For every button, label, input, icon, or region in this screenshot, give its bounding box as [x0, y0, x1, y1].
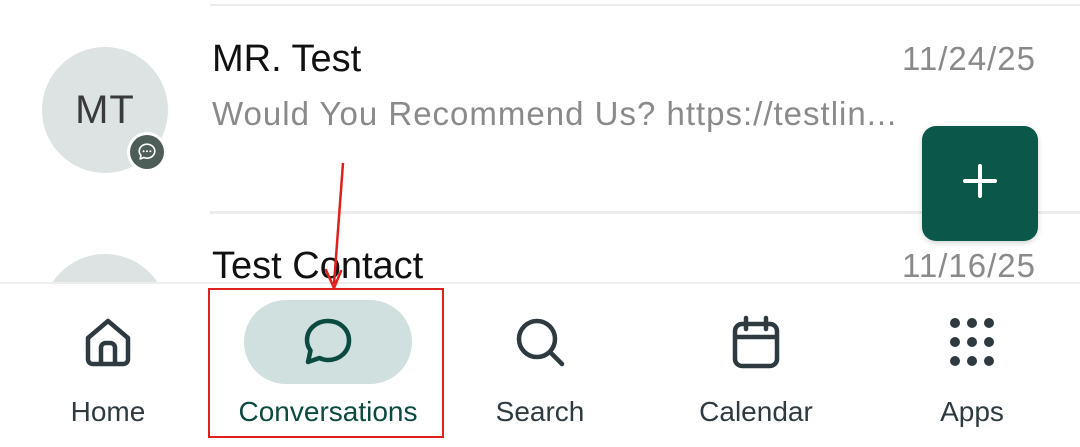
message-preview: Would You Recommend Us? https://testlin.…: [212, 95, 898, 132]
conversation-date: 11/16/25: [901, 247, 1036, 284]
chat-bubble-icon: [299, 313, 357, 371]
avatar-initials: MT: [75, 87, 135, 132]
chat-bubble-icon: [130, 135, 164, 169]
conversation-date: 11/24/25: [901, 40, 1036, 77]
apps-grid-icon: [943, 313, 1001, 371]
nav-label-search: Search: [495, 396, 585, 427]
home-icon: [79, 313, 137, 371]
calendar-icon: [727, 313, 785, 371]
channel-badge: [127, 132, 167, 172]
nav-label-conversations: Conversations: [238, 396, 418, 427]
nav-item-apps[interactable]: Apps: [884, 284, 1060, 447]
nav-item-conversations[interactable]: Conversations: [210, 284, 446, 447]
plus-icon: [960, 161, 1000, 206]
nav-item-calendar[interactable]: Calendar: [668, 284, 844, 447]
nav-item-home[interactable]: Home: [20, 284, 196, 447]
nav-label-apps: Apps: [940, 396, 1004, 427]
nav-item-search[interactable]: Search: [452, 284, 628, 447]
bottom-navigation: Home Conversations Search Calendar Apps: [0, 282, 1080, 447]
new-conversation-button[interactable]: [922, 126, 1038, 241]
search-icon: [511, 313, 569, 371]
nav-label-home: Home: [70, 396, 146, 427]
nav-label-calendar: Calendar: [699, 396, 813, 427]
contact-name: MR. Test: [212, 38, 362, 80]
conversations-screen: MT MR. Test 11/24/25 Would You Recommend…: [0, 0, 1080, 447]
list-divider: [210, 4, 1080, 6]
